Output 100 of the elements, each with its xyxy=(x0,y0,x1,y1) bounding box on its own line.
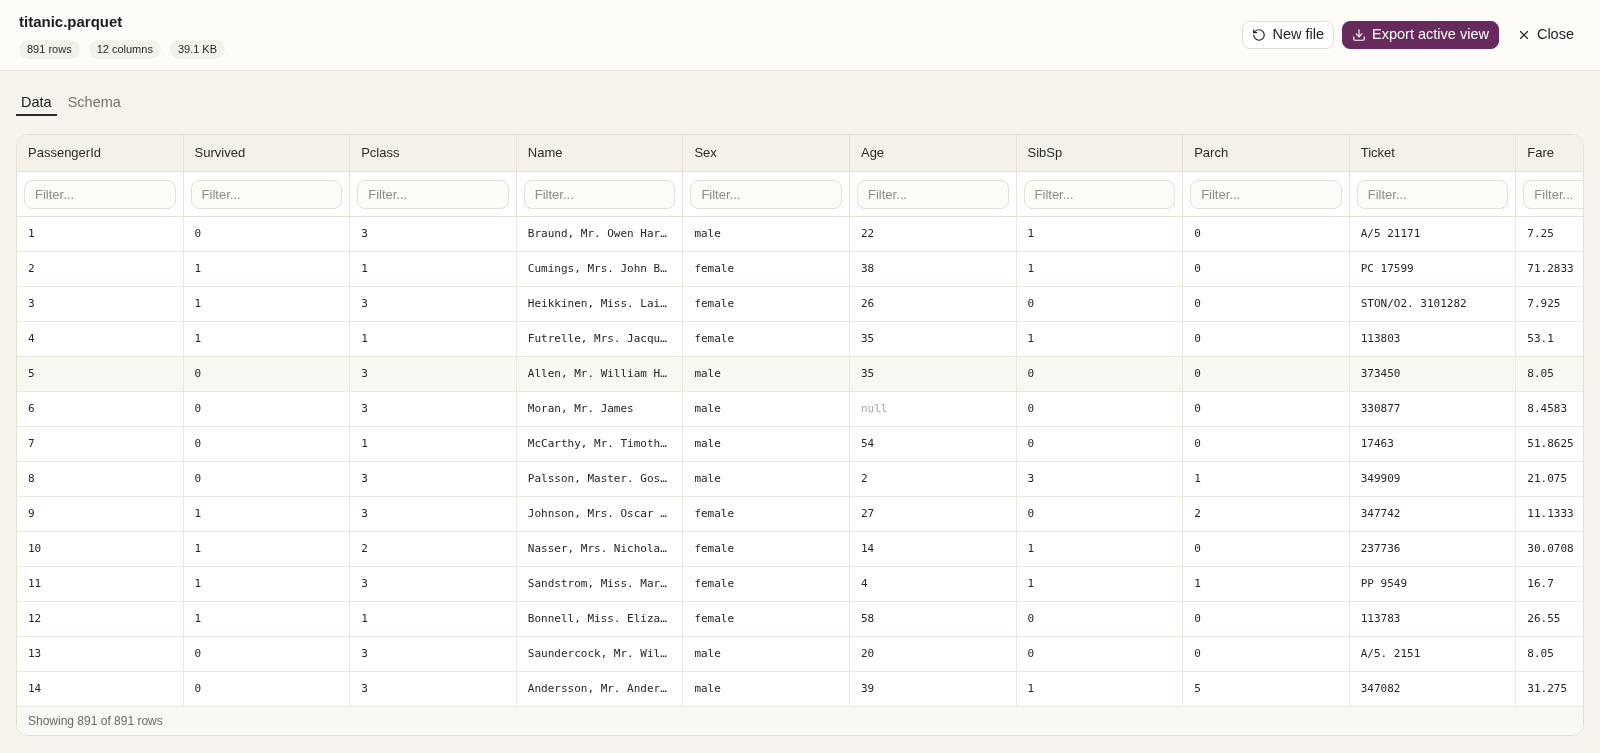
new-file-button[interactable]: New file xyxy=(1242,21,1335,49)
filter-field[interactable]: Filter... xyxy=(690,179,842,209)
table-cell-text: male xyxy=(694,225,721,242)
column-header: Sex xyxy=(694,144,717,163)
table-cell-text: male xyxy=(694,400,721,417)
filter-field[interactable]: Filter... xyxy=(1023,179,1176,209)
table-cell-text: female xyxy=(694,505,735,522)
export-button[interactable]: Export active view xyxy=(1342,21,1499,49)
column-header: SibSp xyxy=(1027,144,1063,163)
tab[interactable]: Data xyxy=(16,90,57,116)
filter-field[interactable]: Filter... xyxy=(190,179,343,209)
table-cell-text: 1 xyxy=(194,505,202,522)
file-info-badge: 12 columns xyxy=(88,40,161,59)
table-cell-text: 3 xyxy=(361,575,368,592)
table-cell-text: 13 xyxy=(28,645,42,662)
table-cell-text: female xyxy=(694,260,735,277)
table-cell-text: 16.7 xyxy=(1527,575,1554,592)
table-cell-text: 5 xyxy=(28,365,35,382)
table-cell-text: 1 xyxy=(1027,680,1035,697)
table-cell-text: STON/O2. 3101282 xyxy=(1360,295,1467,312)
table-cell-text: 1 xyxy=(1194,575,1201,592)
table-cell-text: 3 xyxy=(28,295,35,312)
table-cell-text: 1 xyxy=(1027,330,1035,347)
filter-field[interactable]: Filter... xyxy=(1523,179,1583,209)
table-cell-text: 0 xyxy=(194,225,202,242)
table-cell-text: male xyxy=(694,435,721,452)
table-cell-text: 1 xyxy=(194,295,202,312)
filter-field[interactable]: Filter... xyxy=(357,179,509,209)
table-cell-text: 3 xyxy=(361,505,368,522)
table-cell-text: 349909 xyxy=(1360,470,1401,487)
filter-field[interactable]: Filter... xyxy=(856,179,1009,209)
table-cell-text: 0 xyxy=(1194,365,1201,382)
table-cell-text: 0 xyxy=(1027,505,1035,522)
table-cell-text: 20 xyxy=(860,645,875,662)
tab[interactable]: Schema xyxy=(62,90,126,116)
table-cell-text: Cumings, Mrs. John B… xyxy=(527,260,667,277)
table-cell-text: Braund, Mr. Owen Har… xyxy=(527,225,667,242)
table-cell-text: 3 xyxy=(361,400,368,417)
column-header: Name xyxy=(527,144,563,163)
table-cell-text: Johnson, Mrs. Oscar … xyxy=(527,505,667,522)
table-cell-text: 31.275 xyxy=(1527,680,1568,697)
table-cell-text: 0 xyxy=(1194,435,1201,452)
table-cell-text: 1 xyxy=(1027,575,1035,592)
table-cell-text: 0 xyxy=(1027,400,1035,417)
table-cell-text: 0 xyxy=(1027,645,1035,662)
table-cell-text: 0 xyxy=(1194,400,1201,417)
table-cell-text: 8.4583 xyxy=(1527,400,1568,417)
table-cell-text: 4 xyxy=(28,330,35,347)
filter-field[interactable]: Filter... xyxy=(523,179,676,209)
table-cell-text: 5 xyxy=(1194,680,1201,697)
column-header: Parch xyxy=(1194,144,1229,163)
table-cell-text: male xyxy=(694,470,721,487)
table-cell-text: 0 xyxy=(1027,435,1035,452)
table-cell-text: 3 xyxy=(361,365,368,382)
filter-field[interactable]: Filter... xyxy=(1190,179,1342,209)
table-cell-text: 11 xyxy=(28,575,42,592)
table-cell-text: 347082 xyxy=(1360,680,1401,697)
table-cell-text: 1 xyxy=(361,330,368,347)
table-cell-text: 0 xyxy=(194,365,202,382)
table-cell-text: 1 xyxy=(194,330,202,347)
table-cell-text: A/5 21171 xyxy=(1360,225,1421,242)
table-cell-text: 35 xyxy=(860,365,875,382)
close-button[interactable]: Close xyxy=(1506,21,1584,49)
table-cell-text: 0 xyxy=(1027,295,1035,312)
table-cell-text: 2 xyxy=(1194,505,1201,522)
table-cell-text: 1 xyxy=(361,435,368,452)
table-cell-text: 1 xyxy=(1027,225,1035,242)
table-cell-text: 1 xyxy=(1194,470,1201,487)
filter-field[interactable]: Filter... xyxy=(24,179,176,209)
table-cell-text: 2 xyxy=(860,470,868,487)
table-cell-text: 330877 xyxy=(1360,400,1401,417)
table-cell-text: 0 xyxy=(1194,330,1201,347)
column-header: Ticket xyxy=(1360,144,1395,163)
table-cell-text: 8.05 xyxy=(1527,365,1554,382)
column-header: Pclass xyxy=(361,144,400,163)
download-icon xyxy=(1352,28,1367,42)
table-cell-text: 0 xyxy=(1194,260,1201,277)
table-cell-text: A/5. 2151 xyxy=(1360,645,1421,662)
table-cell-text: 0 xyxy=(1194,645,1201,662)
table-cell-text: Sandstrom, Miss. Mar… xyxy=(527,575,667,592)
table-cell-text: 22 xyxy=(860,225,875,242)
table-cell-text: 0 xyxy=(194,470,202,487)
table-cell-text: 1 xyxy=(194,540,202,557)
table-cell-text: 0 xyxy=(1194,610,1201,627)
row-count-text: Showing 891 of 891 rows xyxy=(28,713,163,730)
file-info-badge: 891 rows xyxy=(19,40,80,59)
table-cell-text: 26.55 xyxy=(1527,610,1561,627)
table-cell-text: 53.1 xyxy=(1527,330,1554,347)
filter-field[interactable]: Filter... xyxy=(1356,179,1509,209)
table-cell-text: Moran, Mr. James xyxy=(527,400,634,417)
table-cell-text: 373450 xyxy=(1360,365,1401,382)
table-cell-text: Saundercock, Mr. Wil… xyxy=(527,645,667,662)
table-cell-text: 27 xyxy=(860,505,875,522)
table-cell-text: 3 xyxy=(361,645,368,662)
table-cell-text: 3 xyxy=(361,680,368,697)
table-cell-text: 0 xyxy=(1194,295,1201,312)
table-cell-text: 14 xyxy=(860,540,875,557)
table-cell-text: Bonnell, Miss. Eliza… xyxy=(527,610,667,627)
table-cell-text: 3 xyxy=(361,225,368,242)
column-header: PassengerId xyxy=(28,144,101,163)
